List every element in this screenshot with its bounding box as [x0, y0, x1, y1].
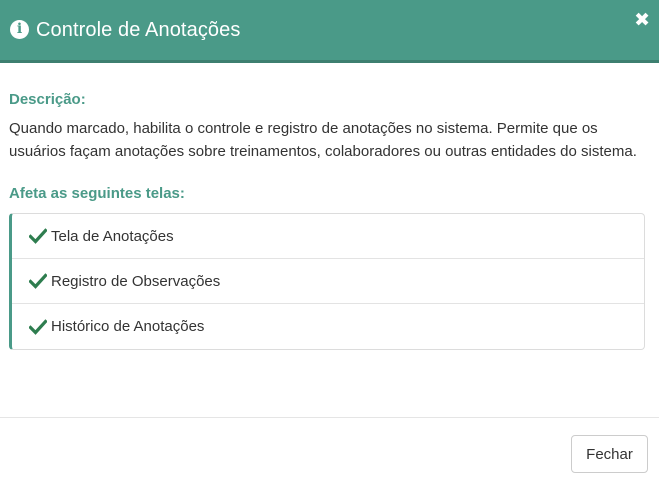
affected-screens-label: Afeta as seguintes telas: — [9, 185, 185, 202]
info-icon: i — [10, 20, 29, 39]
check-icon — [29, 273, 47, 289]
modal-body: Descrição: Quando marcado, habilita o co… — [0, 63, 659, 350]
list-item: Histórico de Anotações — [12, 304, 644, 349]
modal-footer: Fechar — [0, 417, 659, 480]
close-icon[interactable]: ✖ — [634, 11, 650, 30]
screen-item-label: Registro de Observações — [51, 272, 221, 290]
close-button[interactable]: Fechar — [571, 435, 648, 473]
list-item: Registro de Observações — [12, 259, 644, 304]
description-text: Quando marcado, habilita o controle e re… — [9, 120, 637, 160]
description-label: Descrição: — [9, 91, 86, 108]
list-item: Tela de Anotações — [12, 214, 644, 259]
modal-header: i Controle de Anotações ✖ — [0, 0, 659, 63]
modal-dialog: i Controle de Anotações ✖ Descrição: Qua… — [0, 0, 659, 480]
check-icon — [29, 228, 47, 244]
screen-item-label: Histórico de Anotações — [51, 318, 205, 335]
check-icon — [29, 318, 47, 335]
screen-item-label: Tela de Anotações — [51, 227, 174, 245]
affected-screens-list: Tela de Anotações Registro de Observaçõe… — [9, 213, 645, 350]
modal-title: Controle de Anotações — [36, 19, 241, 41]
